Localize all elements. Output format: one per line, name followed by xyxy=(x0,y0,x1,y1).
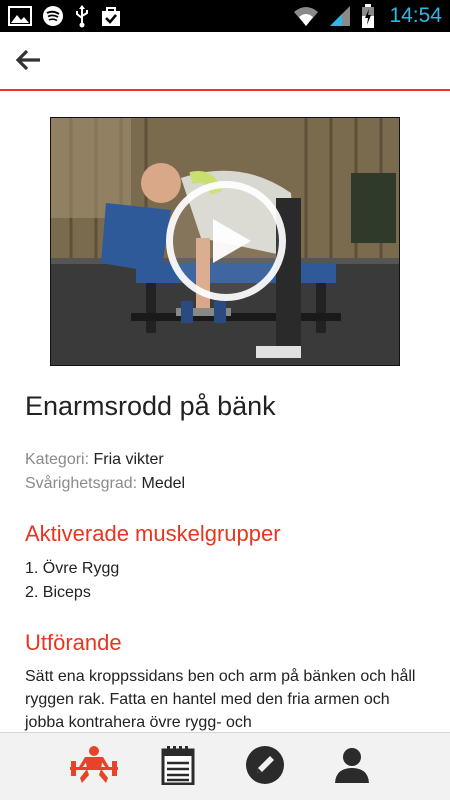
play-icon xyxy=(213,219,251,263)
difficulty-value: Medel xyxy=(141,475,186,492)
battery-icon xyxy=(361,4,375,28)
back-button[interactable] xyxy=(10,44,46,80)
video-player[interactable] xyxy=(50,117,400,366)
spotify-icon xyxy=(42,5,64,27)
signal-icon xyxy=(329,5,351,27)
nav-exercises[interactable] xyxy=(54,733,134,801)
difficulty-row: Svårighetsgrad: Medel xyxy=(25,475,185,493)
nav-notes[interactable] xyxy=(225,733,305,801)
weightlifter-icon xyxy=(68,745,120,790)
play-button[interactable] xyxy=(166,181,286,301)
notepad-icon xyxy=(161,745,195,790)
pencil-icon xyxy=(245,745,285,790)
status-left-icons xyxy=(8,4,122,28)
shopping-bag-icon xyxy=(100,5,122,27)
app-bar xyxy=(0,32,450,91)
usb-icon xyxy=(74,4,90,28)
arrow-left-icon xyxy=(14,48,42,77)
exercise-detail: Enarmsrodd på bänk Kategori: Fria vikter… xyxy=(0,93,450,732)
wifi-icon xyxy=(293,6,319,26)
category-row: Kategori: Fria vikter xyxy=(25,451,164,469)
category-value: Fria vikter xyxy=(93,451,164,468)
muscles-heading: Aktiverade muskelgrupper xyxy=(25,521,281,546)
category-label: Kategori: xyxy=(25,451,90,468)
execution-heading: Utförande xyxy=(25,630,122,655)
person-icon xyxy=(332,745,372,790)
muscle-item: 2. Biceps xyxy=(25,584,91,601)
status-right-icons: 14:54 xyxy=(293,4,442,28)
status-bar: 14:54 xyxy=(0,0,450,32)
difficulty-label: Svårighetsgrad: xyxy=(25,475,138,492)
muscle-item: 1. Övre Rygg xyxy=(25,560,120,577)
exercise-title: Enarmsrodd på bänk xyxy=(25,391,276,421)
nav-log[interactable] xyxy=(138,733,218,801)
image-icon xyxy=(8,6,32,26)
execution-text: Sätt ena kroppssidans ben och arm på bän… xyxy=(25,668,416,731)
status-clock: 14:54 xyxy=(389,4,442,27)
nav-profile[interactable] xyxy=(312,733,392,801)
bottom-navigation xyxy=(0,732,450,800)
